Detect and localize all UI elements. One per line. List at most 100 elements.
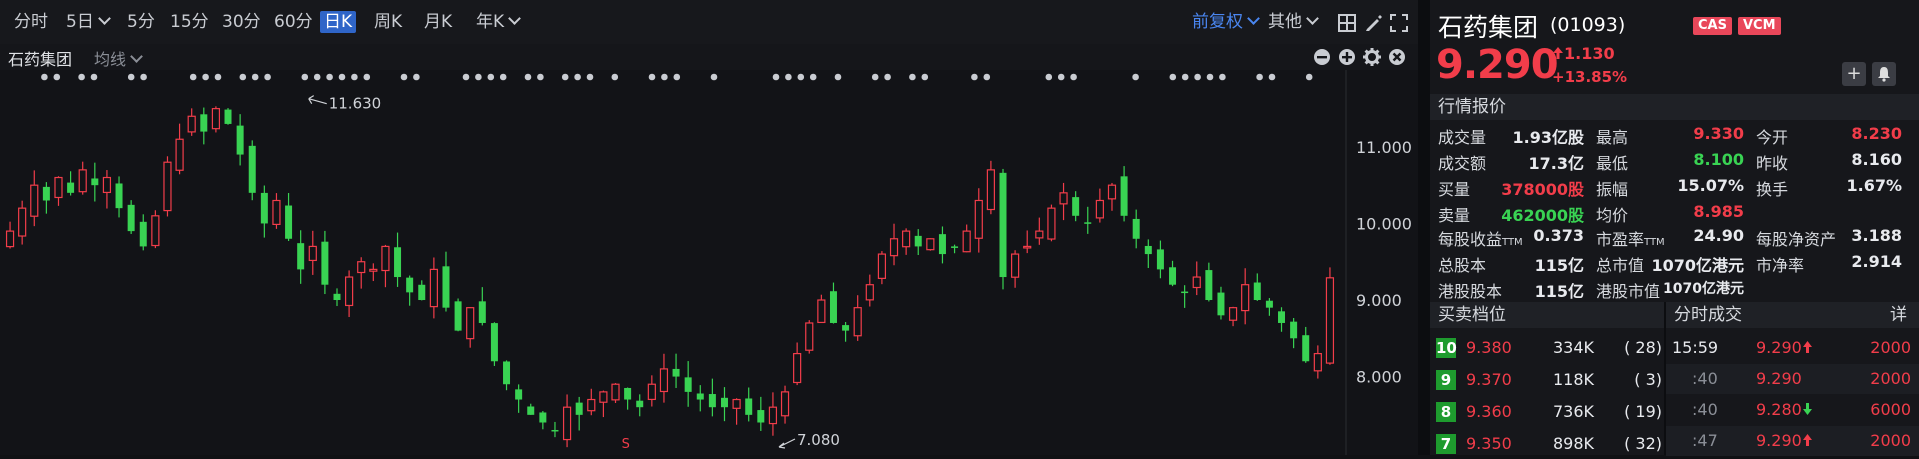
- period-tab-daily[interactable]: 日K: [320, 11, 357, 33]
- fullscreen-icon[interactable]: [1390, 14, 1408, 32]
- event-dot[interactable]: [586, 73, 594, 81]
- candle-body: [829, 291, 837, 323]
- event-dot[interactable]: [363, 73, 371, 81]
- event-dot[interactable]: [1194, 73, 1201, 81]
- event-dot[interactable]: [78, 73, 85, 81]
- candle-body: [951, 246, 959, 248]
- event-dot[interactable]: [189, 73, 197, 81]
- event-dot[interactable]: [53, 73, 61, 81]
- event-dot[interactable]: [921, 73, 929, 81]
- candle-body: [659, 368, 669, 393]
- period-tab-60min[interactable]: 60分: [274, 11, 313, 33]
- event-dot[interactable]: [202, 73, 209, 81]
- candle-body: [962, 230, 971, 253]
- period-tab-monthly[interactable]: 月K: [424, 11, 452, 33]
- period-tab-5day[interactable]: 5日: [66, 11, 111, 33]
- zoom-out-icon[interactable]: [1313, 48, 1331, 66]
- candlestick-chart[interactable]: 11.000 10.000 9.000 8.000 11.630 7.080 S: [0, 70, 1418, 455]
- event-dot[interactable]: [338, 73, 346, 81]
- settings-gear-icon[interactable]: [1363, 48, 1381, 66]
- event-dot[interactable]: [673, 73, 681, 81]
- tick-price-text: 9.290: [1756, 338, 1802, 357]
- event-dot[interactable]: [239, 73, 247, 81]
- event-dot[interactable]: [648, 73, 656, 81]
- event-dot[interactable]: [41, 73, 48, 81]
- event-dot[interactable]: [413, 73, 420, 81]
- event-dot[interactable]: [797, 73, 805, 81]
- order-price[interactable]: 9.380: [1466, 338, 1512, 357]
- period-tab-intraday[interactable]: 分时: [14, 11, 48, 33]
- event-dot[interactable]: [400, 73, 408, 81]
- order-price[interactable]: 9.370: [1466, 370, 1512, 389]
- event-dot[interactable]: [462, 73, 470, 81]
- event-dot[interactable]: [1305, 73, 1313, 81]
- detail-link[interactable]: 详: [1890, 302, 1907, 328]
- draw-pen-icon[interactable]: [1364, 14, 1382, 32]
- period-tab-weekly[interactable]: 周K: [374, 11, 402, 33]
- chart-stock-name: 石药集团: [8, 50, 73, 69]
- event-dot[interactable]: [971, 73, 978, 81]
- event-dot[interactable]: [834, 73, 842, 81]
- candle-body: [1095, 199, 1104, 219]
- period-tab-30min[interactable]: 30分: [222, 11, 261, 33]
- event-dot[interactable]: [537, 73, 544, 81]
- event-dot[interactable]: [809, 73, 817, 81]
- quote-panel: 石药集团 (01093) CAS VCM 9.290 1.130 +13.85%…: [1430, 0, 1919, 456]
- event-dot[interactable]: [1206, 73, 1214, 81]
- event-dot[interactable]: [251, 73, 259, 81]
- event-dot[interactable]: [487, 73, 495, 81]
- panel-divider[interactable]: [1418, 0, 1430, 455]
- indicator-dropdown[interactable]: 均线: [94, 46, 143, 70]
- event-dot[interactable]: [1219, 73, 1226, 81]
- event-dot[interactable]: [1268, 73, 1276, 81]
- alert-bell-button[interactable]: [1872, 62, 1896, 86]
- order-price[interactable]: 9.360: [1466, 402, 1512, 421]
- grid-layout-icon[interactable]: [1338, 14, 1356, 32]
- adjust-dropdown[interactable]: 前复权: [1192, 11, 1260, 33]
- event-dot[interactable]: [301, 73, 309, 81]
- event-dot[interactable]: [140, 73, 147, 81]
- event-dot[interactable]: [264, 73, 271, 81]
- fundamental-value: 0.373: [1533, 226, 1584, 245]
- event-dot[interactable]: [90, 73, 98, 81]
- event-dot[interactable]: [884, 73, 891, 81]
- period-tab-5min[interactable]: 5分: [127, 11, 155, 33]
- event-dot[interactable]: [475, 73, 482, 81]
- candle-body: [454, 301, 462, 331]
- event-dot[interactable]: [1181, 73, 1189, 81]
- event-dot[interactable]: [574, 73, 581, 81]
- event-dot[interactable]: [524, 73, 532, 81]
- event-dot[interactable]: [351, 73, 358, 81]
- candle-body: [599, 391, 608, 403]
- event-dot[interactable]: [909, 73, 916, 81]
- event-dot[interactable]: [561, 73, 569, 81]
- zoom-in-icon[interactable]: [1338, 48, 1356, 66]
- close-icon[interactable]: [1388, 48, 1406, 66]
- y-axis-group: 11.000 10.000 9.000 8.000: [1356, 138, 1412, 387]
- other-dropdown[interactable]: 其他: [1268, 11, 1319, 33]
- event-dot[interactable]: [1045, 73, 1053, 81]
- order-price[interactable]: 9.350: [1466, 434, 1512, 453]
- event-dot[interactable]: [1070, 73, 1077, 81]
- event-dot[interactable]: [1057, 73, 1065, 81]
- event-dot[interactable]: [710, 73, 718, 81]
- add-watchlist-button[interactable]: +: [1842, 62, 1866, 86]
- event-dot[interactable]: [214, 73, 222, 81]
- event-dot[interactable]: [1132, 73, 1139, 81]
- event-dot[interactable]: [326, 73, 333, 81]
- event-dot[interactable]: [127, 73, 135, 81]
- event-dot[interactable]: [661, 73, 668, 81]
- candle-body: [793, 353, 802, 384]
- event-dot[interactable]: [611, 73, 619, 81]
- event-dot[interactable]: [772, 73, 780, 81]
- event-dot[interactable]: [313, 73, 321, 81]
- price-change: 1.130: [1552, 44, 1615, 63]
- period-tab-15min[interactable]: 15分: [170, 11, 209, 33]
- event-dot[interactable]: [1256, 73, 1263, 81]
- event-dot[interactable]: [983, 73, 991, 81]
- event-dot[interactable]: [1169, 73, 1177, 81]
- event-dot[interactable]: [785, 73, 792, 81]
- event-dot[interactable]: [499, 73, 507, 81]
- event-dot[interactable]: [871, 73, 879, 81]
- period-tab-yearly[interactable]: 年K: [476, 11, 522, 33]
